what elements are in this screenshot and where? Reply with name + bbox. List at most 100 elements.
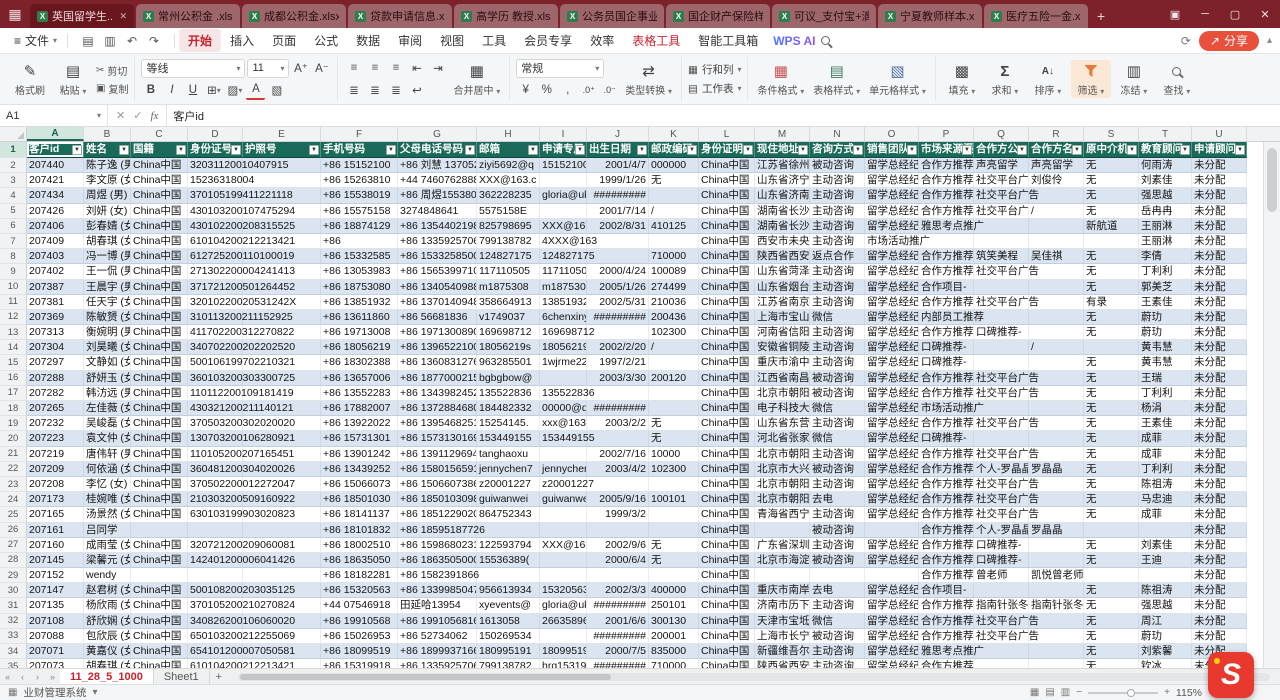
cell-S16[interactable]: 无 <box>1084 371 1139 386</box>
cell-H20[interactable]: 153449155 <box>477 431 540 446</box>
cell-B31[interactable]: 杨欣雨 (女) <box>84 598 131 613</box>
cell-P24[interactable]: 合作方推荐 <box>919 492 974 507</box>
cell-C33[interactable]: China中国 <box>131 629 188 644</box>
cell-F17[interactable]: +86 13552283 <box>321 386 398 401</box>
cell-R34[interactable] <box>1029 644 1084 659</box>
row-number[interactable]: 1 <box>0 142 27 158</box>
cell-H27[interactable]: 122593794 <box>477 538 540 553</box>
cell-K23[interactable] <box>649 477 699 492</box>
cell-K31[interactable]: 250101 <box>649 598 699 613</box>
fill-color-icon[interactable]: ▨▾ <box>225 81 244 100</box>
cell-H34[interactable]: 180995191 <box>477 644 540 659</box>
cell-B28[interactable]: 梁馨元 (女) <box>84 553 131 568</box>
cell-K8[interactable]: 710000 <box>649 249 699 264</box>
add-sheet-button[interactable]: + <box>210 671 228 683</box>
cell-F6[interactable]: +86 18874129 <box>321 219 398 234</box>
cell-S5[interactable]: 无 <box>1084 204 1139 219</box>
cell-M3[interactable]: 山东省济宁 <box>755 173 810 188</box>
borders-icon[interactable]: ⊞▾ <box>204 81 223 100</box>
cell-H7[interactable]: 799138782 <box>477 234 540 249</box>
cell-J24[interactable]: 2005/9/16 <box>587 492 649 507</box>
cell-H4[interactable]: 362228235 <box>477 188 540 203</box>
cell-P11[interactable]: 合作方推荐 <box>919 295 974 310</box>
cell-T9[interactable]: 丁利利 <box>1139 264 1192 279</box>
cell-L32[interactable]: China中国 <box>699 614 755 629</box>
cell-O3[interactable]: 留学总经纪 <box>865 173 919 188</box>
cell-P18[interactable]: 市场活动推广 <box>919 401 974 416</box>
cell-P10[interactable]: 合作项目- <box>919 280 974 295</box>
cell-D17[interactable]: 110112200109181419 <box>188 386 243 401</box>
cell-O15[interactable]: 留学总经纪 <box>865 355 919 370</box>
row-number[interactable]: 28 <box>0 553 27 568</box>
bold-button[interactable]: B <box>141 81 160 100</box>
cell-S33[interactable]: 无 <box>1084 629 1139 644</box>
cell-O32[interactable]: 留学总经纪 <box>865 614 919 629</box>
zoom-out-icon[interactable]: − <box>1076 687 1082 698</box>
number-format-select[interactable]: 常规▾ <box>516 59 604 78</box>
menu-item-开始[interactable]: 开始 <box>179 29 221 52</box>
filter-dropdown-icon[interactable]: ▼ <box>465 145 475 155</box>
cell-S2[interactable]: 无 <box>1084 158 1139 173</box>
cell-F12[interactable]: +86 13611860 <box>321 310 398 325</box>
file-tab[interactable]: X常州公积金 .xlsx <box>136 4 240 28</box>
cell-G34[interactable]: +86 1899937166 <box>398 644 477 659</box>
cell-A12[interactable]: 207369 <box>27 310 84 325</box>
cell-J16[interactable]: 2003/3/30 <box>587 371 649 386</box>
cell-R8[interactable]: 吴佳祺 <box>1029 249 1084 264</box>
cell-S25[interactable]: 无 <box>1084 507 1139 522</box>
cell-M32[interactable]: 天津市宝坻 <box>755 614 810 629</box>
cell-J31[interactable]: ######### <box>587 598 649 613</box>
header-cell-L1[interactable]: 身份证明▼ <box>699 142 755 158</box>
column-header-A[interactable]: A <box>27 127 84 141</box>
cell-P16[interactable]: 合作方推荐 <box>919 371 974 386</box>
highlight-icon[interactable]: ▧ <box>267 81 286 100</box>
cell-O19[interactable]: 留学总经纪 <box>865 416 919 431</box>
zoom-in-icon[interactable]: + <box>1164 687 1170 698</box>
cell-S18[interactable]: 无 <box>1084 401 1139 416</box>
cell-O29[interactable] <box>865 568 919 583</box>
cell-K29[interactable] <box>649 568 699 583</box>
cell-D20[interactable]: 130703200106280921 <box>188 431 243 446</box>
sum-button[interactable]: Σ 求和 ▾ <box>985 60 1025 98</box>
cell-A2[interactable]: 207440 <box>27 158 84 173</box>
cell-B21[interactable]: 唐伟轩 (男) <box>84 447 131 462</box>
table-style-button[interactable]: ▤ 表格样式 ▾ <box>810 60 863 98</box>
cell-L29[interactable]: China中国 <box>699 568 755 583</box>
cell-M6[interactable]: 湖南省长沙 <box>755 219 810 234</box>
cell-A5[interactable]: 207426 <box>27 204 84 219</box>
sync-icon[interactable]: ⟳ <box>1181 34 1191 48</box>
cell-U20[interactable]: 未分配 <box>1192 431 1247 446</box>
cell-P8[interactable]: 合作方推荐 <box>919 249 974 264</box>
cell-C18[interactable]: China中国 <box>131 401 188 416</box>
cell-J14[interactable]: 2002/2/20 <box>587 340 649 355</box>
cell-U11[interactable]: 未分配 <box>1192 295 1247 310</box>
column-header-L[interactable]: L <box>699 127 755 141</box>
cut-button[interactable]: ✂剪切 <box>96 63 128 78</box>
cell-N15[interactable]: 主动咨询 <box>810 355 865 370</box>
cell-O23[interactable]: 留学总经纪 <box>865 477 919 492</box>
cell-A18[interactable]: 207265 <box>27 401 84 416</box>
cell-T17[interactable]: 丁利利 <box>1139 386 1192 401</box>
cell-O21[interactable]: 留学总经纪 <box>865 447 919 462</box>
cell-L2[interactable]: China中国 <box>699 158 755 173</box>
cell-L27[interactable]: China中国 <box>699 538 755 553</box>
cell-B3[interactable]: 李文原 (女) <box>84 173 131 188</box>
filter-dropdown-icon[interactable]: ▼ <box>528 145 538 155</box>
cell-L3[interactable]: China中国 <box>699 173 755 188</box>
cell-N26[interactable]: 被动咨询 <box>810 523 865 538</box>
cell-H14[interactable]: 18056219s <box>477 340 540 355</box>
cell-P4[interactable]: 合作方推荐 <box>919 188 974 203</box>
cell-R3[interactable]: 刘俊伶 <box>1029 173 1084 188</box>
cell-A13[interactable]: 207313 <box>27 325 84 340</box>
close-tab-icon[interactable]: ✕ <box>119 11 127 22</box>
cell-M22[interactable]: 北京市大兴 <box>755 462 810 477</box>
cell-C14[interactable]: China中国 <box>131 340 188 355</box>
cell-I32[interactable]: 26635896E <box>540 614 587 629</box>
cell-T13[interactable]: 蔚玏 <box>1139 325 1192 340</box>
cell-B26[interactable]: 吕同学 <box>84 523 131 538</box>
cell-K22[interactable]: 102300 <box>649 462 699 477</box>
cell-Q9[interactable]: 社交平台广告 <box>974 264 1029 279</box>
zoom-slider[interactable] <box>1088 692 1158 694</box>
cell-C30[interactable]: China中国 <box>131 583 188 598</box>
cell-A31[interactable]: 207135 <box>27 598 84 613</box>
